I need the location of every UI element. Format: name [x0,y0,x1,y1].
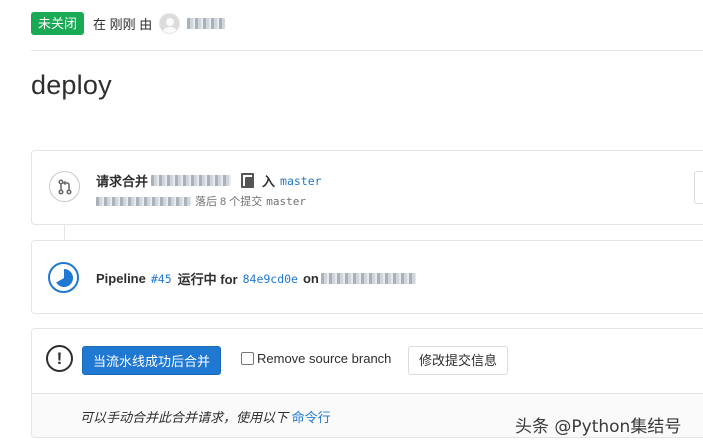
mr-label: 请求合并 [96,174,149,189]
mr-into-label: 入 [262,174,276,189]
pipeline-status-text: 运行中 for [177,272,238,287]
pipeline-id-link[interactable]: #45 [151,272,172,286]
mr-behind-info: 落后 8 个提交 master [96,193,306,209]
mr-info-card: 请求合并 入 master 落后 8 个提交 master [31,150,703,225]
page-title: deploy [31,70,112,100]
edit-commit-message-button[interactable]: 修改提交信息 [408,346,509,375]
checkout-button[interactable] [694,171,703,204]
merge-request-icon [49,171,80,202]
behind-branch-redacted [96,196,191,206]
behind-text: 落后 8 个提交 [195,196,263,208]
pipeline-status-line: Pipeline #45 运行中 for 84e9cd0e on [96,269,416,288]
manual-merge-hint: 可以手动合并此合并请求，使用以下 命令行 [80,407,331,426]
command-line-link[interactable]: 命令行 [292,410,331,425]
watermark: 头条 @Python集结号 [515,417,682,437]
remove-source-branch-checkbox[interactable] [241,352,254,365]
pipeline-branch-redacted[interactable] [320,273,416,284]
mr-header: 未关闭 在 刚刚 由 [31,12,226,35]
mr-branches: 请求合并 入 master [96,171,322,190]
status-badge: 未关闭 [31,12,85,35]
author-name-redacted[interactable] [187,18,226,29]
exclamation-icon: ! [46,345,73,372]
pipeline-label: Pipeline [96,271,146,286]
timeline-connector [64,225,65,240]
manual-merge-text: 可以手动合并此合并请求，使用以下 [80,410,289,425]
remove-source-branch-label[interactable]: Remove source branch [257,351,391,366]
commit-sha-link[interactable]: 84e9cd0e [243,272,298,286]
merge-actions: ! 当流水线成功后合并 Remove source branch 修改提交信息 [32,329,703,394]
header-divider [31,50,703,51]
pipeline-on-label: on [302,271,319,286]
copy-icon[interactable] [241,173,255,188]
source-branch-redacted[interactable] [151,175,232,186]
behind-branch: master [266,194,306,208]
remove-source-branch-option[interactable]: Remove source branch [241,351,391,366]
created-time: 在 刚刚 由 [93,17,153,32]
merge-when-pipeline-succeeds-button[interactable]: 当流水线成功后合并 [82,346,222,375]
avatar[interactable] [159,13,181,34]
status-running-icon[interactable] [48,262,79,293]
target-branch-link[interactable]: master [280,174,322,188]
pipeline-card: Pipeline #45 运行中 for 84e9cd0e on [31,240,703,314]
